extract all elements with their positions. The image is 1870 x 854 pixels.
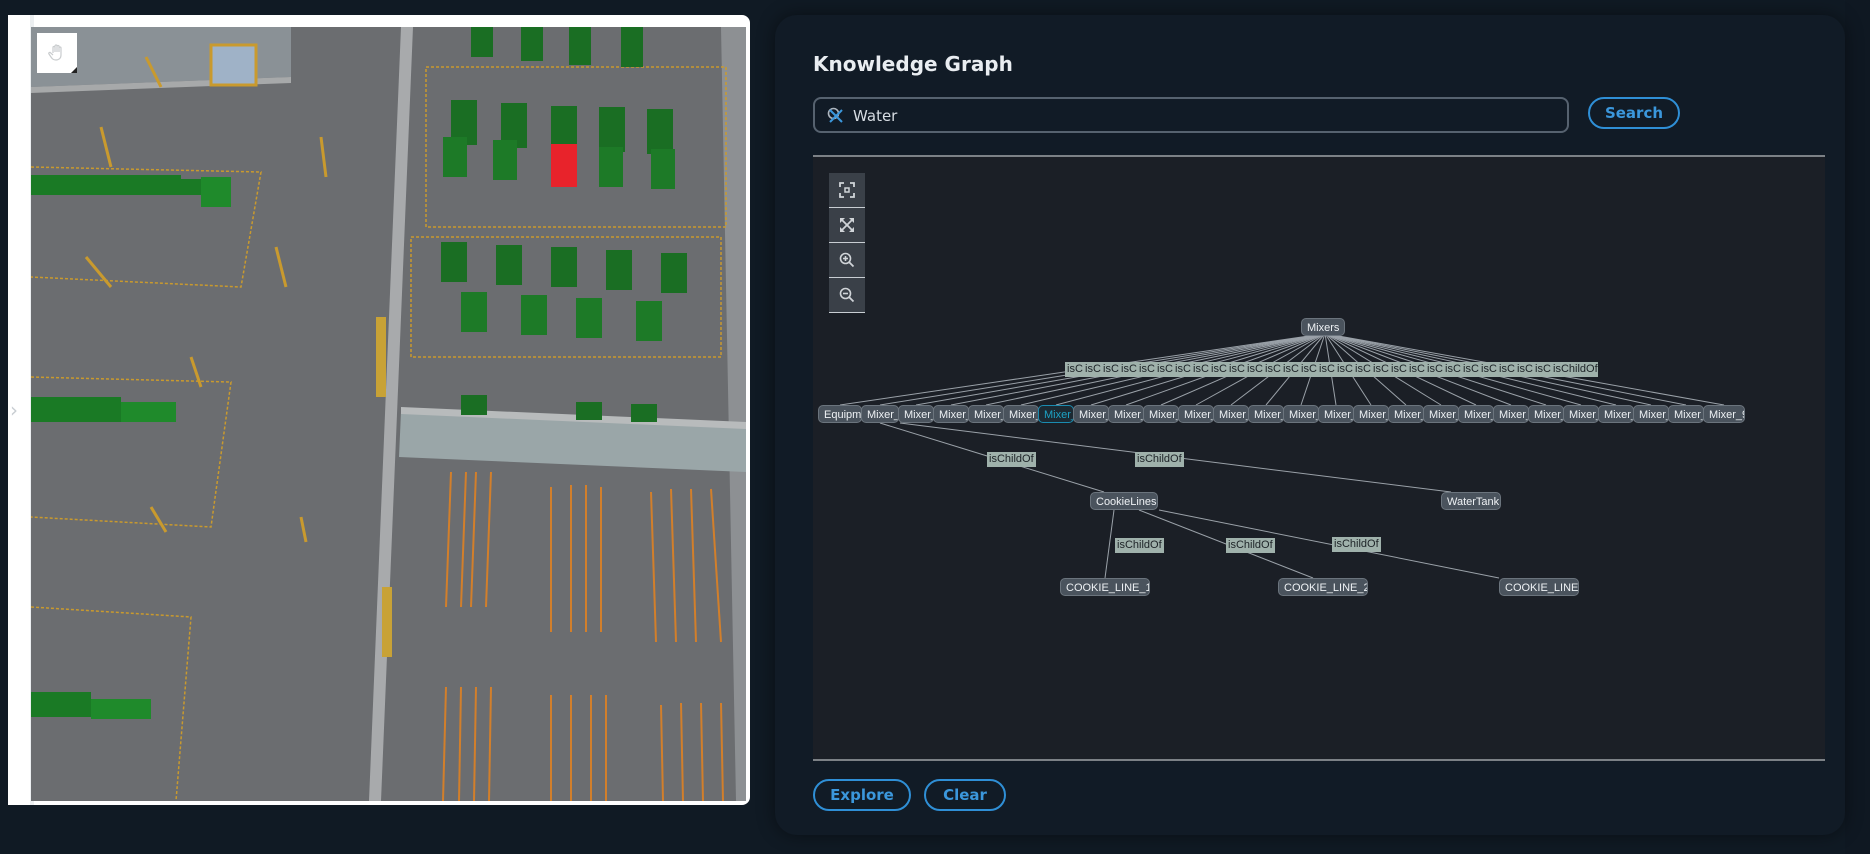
graph-edge-label-watertank: isChildOf [1135, 452, 1184, 467]
graph-node-mixer[interactable]: Mixer_ [1388, 405, 1424, 423]
graph-edge-label: isC [1065, 362, 1083, 377]
graph-node-equipment[interactable]: Equipment [818, 405, 862, 423]
graph-node-cookie-line-1[interactable]: COOKIE_LINE_1 [1060, 578, 1150, 596]
graph-node-mixer[interactable]: Mixer_ [1003, 405, 1039, 423]
graph-node-mixer[interactable]: Mixer_ [1493, 405, 1529, 423]
focus-icon [839, 182, 855, 198]
graph-edge-label: isC [1407, 362, 1425, 377]
graph-node-mixer[interactable]: Mixer_ [1038, 405, 1074, 423]
graph-edge-label: isC [1227, 362, 1245, 377]
graph-edge-label: isC [1101, 362, 1119, 377]
graph-edge-label: isC [1245, 362, 1263, 377]
pan-tool-button[interactable] [37, 33, 77, 73]
graph-edge-label: isC [1443, 362, 1461, 377]
graph-node-mixer[interactable]: Mixer_ [1108, 405, 1144, 423]
graph-edge-label: isChildOf [1551, 362, 1598, 377]
search-button[interactable]: Search [1588, 97, 1680, 129]
clear-button[interactable]: Clear [924, 779, 1006, 811]
graph-edge-label: isC [1371, 362, 1389, 377]
graph-edge-label: isC [1191, 362, 1209, 377]
graph-node-cookie-line-2[interactable]: COOKIE_LINE_2 [1278, 578, 1368, 596]
graph-edge-label: isC [1263, 362, 1281, 377]
graph-edge [1158, 509, 1500, 579]
graph-node-watertank[interactable]: WaterTank [1441, 492, 1501, 510]
graph-edge-label: isC [1497, 362, 1515, 377]
edge-strip [1845, 0, 1870, 854]
graph-edge-label-cookielines: isChildOf [987, 452, 1036, 467]
graph-node-mixers[interactable]: Mixers [1301, 318, 1345, 336]
zoom-in-button[interactable] [829, 243, 865, 278]
zoom-in-icon [839, 252, 855, 268]
graph-edge-label: isC [1461, 362, 1479, 377]
fit-view-button[interactable] [829, 173, 865, 208]
factory-3d-viewport[interactable] [31, 27, 746, 801]
graph-node-mixer[interactable]: Mixer_ [1668, 405, 1704, 423]
expand-arrows-icon [840, 218, 854, 232]
graph-node-cookielines[interactable]: CookieLines [1090, 492, 1158, 510]
graph-node-mixer[interactable]: Mixer_ [1318, 405, 1354, 423]
graph-node-mixer[interactable]: Mixer_ [1073, 405, 1109, 423]
graph-edge-label: isC [1173, 362, 1191, 377]
graph-edge-label: isC [1335, 362, 1353, 377]
graph-node-mixer[interactable]: Mixer_ [1283, 405, 1319, 423]
graph-node-mixer[interactable]: Mixer_ [1598, 405, 1634, 423]
graph-node-mixer[interactable]: Mixer_ [1143, 405, 1179, 423]
graph-edge-label: isC [1299, 362, 1317, 377]
graph-edge-label: isC [1317, 362, 1335, 377]
search-field[interactable] [813, 97, 1569, 133]
graph-node-mixer[interactable]: Mixer_ [1528, 405, 1564, 423]
graph-node-mixer[interactable]: Mixer_ [1213, 405, 1249, 423]
hand-icon [48, 44, 62, 61]
graph-node-mixer[interactable]: Mixer_ [898, 405, 934, 423]
graph-node-mixer[interactable]: Mixer_ [1458, 405, 1494, 423]
graph-edge-label-cl3: isChildOf [1332, 537, 1381, 552]
factory-scene [31, 27, 746, 801]
graph-edge-label: isC [1137, 362, 1155, 377]
close-icon[interactable] [827, 107, 845, 125]
zoom-out-icon [839, 287, 855, 303]
graph-edge [1104, 509, 1115, 579]
graph-node-mixer[interactable]: Mixer_ [1178, 405, 1214, 423]
graph-edge-label-cl1: isChildOf [1115, 538, 1164, 553]
graph-edge-label: isC [1515, 362, 1533, 377]
search-input[interactable] [851, 101, 1535, 131]
graph-node-mixer[interactable]: Mixer_ [861, 405, 899, 423]
graph-edge-label: isC [1119, 362, 1137, 377]
graph-edge-label: isC [1353, 362, 1371, 377]
graph-node-mixer[interactable]: Mixer_ [1248, 405, 1284, 423]
knowledge-graph-canvas[interactable]: isC isC isC isC isC isC isC isC isC isC isC isC isC i… [813, 155, 1825, 761]
graph-edges [839, 335, 1725, 579]
graph-edge-label-cl2: isChildOf [1226, 538, 1275, 553]
graph-edge-label: isC [1425, 362, 1443, 377]
graph-edge-label: isC [1155, 362, 1173, 377]
graph-node-mixer[interactable]: Mixer_ [968, 405, 1004, 423]
page-title: Knowledge Graph [813, 52, 1013, 76]
graph-node-mixer[interactable]: Mixer_ [1563, 405, 1599, 423]
graph-node-mixer[interactable]: Mixer_ [1353, 405, 1389, 423]
graph-edge-label: isC [1479, 362, 1497, 377]
fullscreen-button[interactable] [829, 208, 865, 243]
graph-node-mixer[interactable]: Mixer_ [933, 405, 969, 423]
graph-edge-label: isC [1083, 362, 1101, 377]
explore-button[interactable]: Explore [813, 779, 911, 811]
graph-node-mixer[interactable]: Mixer_2 [1423, 405, 1459, 423]
graph-edge-label: isC [1533, 362, 1551, 377]
graph-edge-label: isC [1209, 362, 1227, 377]
graph-node-mixer[interactable]: Mixer_ [1633, 405, 1669, 423]
graph-node-cookie-line-3[interactable]: COOKIE_LINE [1499, 578, 1579, 596]
graph-edge-label: isC [1389, 362, 1407, 377]
graph-edge-label: isC [1281, 362, 1299, 377]
chevron-right-icon[interactable]: › [10, 398, 26, 422]
graph-node-mixer[interactable]: Mixer_9 [1703, 405, 1745, 423]
zoom-out-button[interactable] [829, 278, 865, 313]
graph-toolbar [829, 173, 865, 313]
resize-corner [71, 67, 77, 73]
